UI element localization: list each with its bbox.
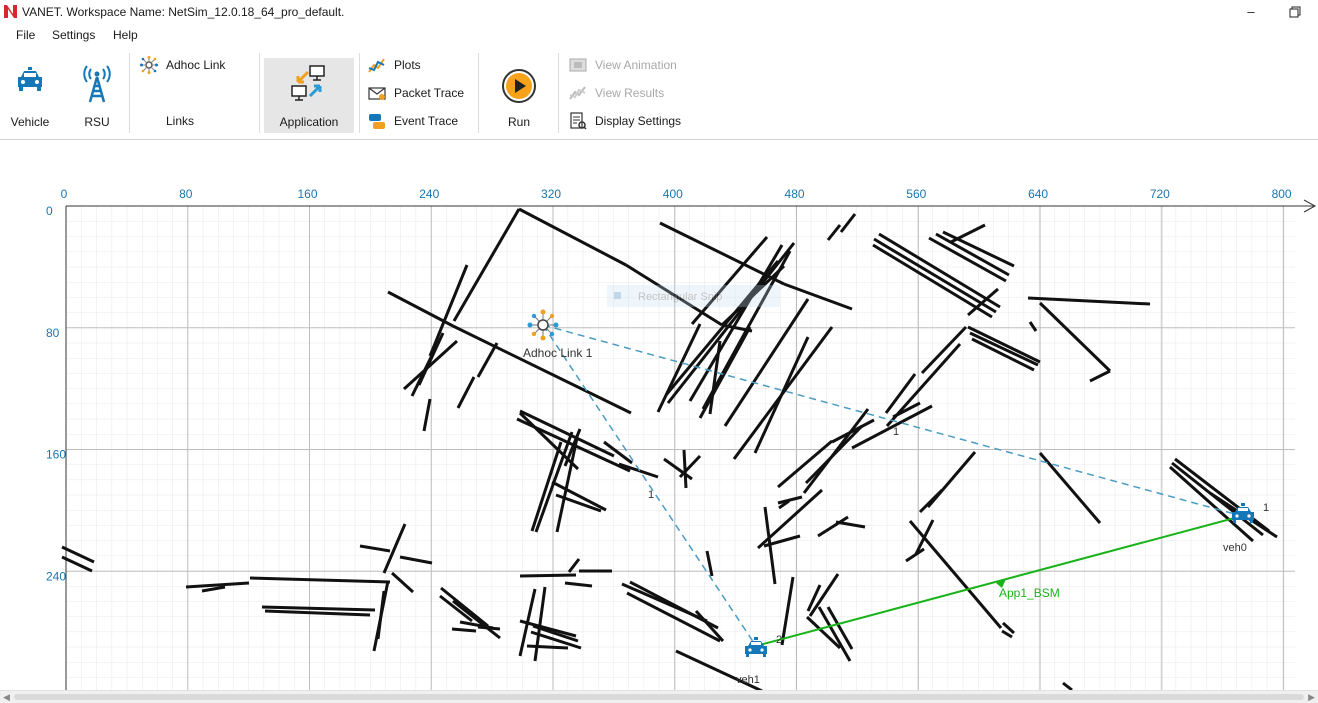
y-tick-label: 240 [46,569,66,583]
x-tick-label: 480 [785,187,805,201]
packet-trace-button[interactable]: Packet Trace [368,83,473,103]
minimize-button[interactable]: – [1236,2,1266,22]
ribbon-separator [259,53,260,133]
ribbon-separator [478,53,479,133]
adhoc-link-node-label: Adhoc Link 1 [523,346,593,360]
x-tick-label: 0 [61,187,68,201]
snip-icon [614,292,621,299]
scroll-left-icon[interactable]: ◀ [3,691,10,703]
scrollbar-thumb[interactable] [14,694,1304,700]
ribbon-separator [129,53,130,133]
view-animation-label: View Animation [595,58,677,72]
y-tick-label: 0 [46,204,53,218]
y-tick-label: 160 [46,448,66,462]
adhoc-link-icon [140,56,158,74]
run-button[interactable]: Run [494,67,544,129]
grid-layout[interactable]: 0 80 160 240 320 400 480 560 640 720 800 0 80 160 240 [0,141,1318,690]
veh1-port-label: 2 [776,634,782,646]
event-trace-icon [369,114,385,129]
event-trace-label: Event Trace [394,114,459,128]
snip-overlay-text: Rectangular Snip [638,291,722,303]
veh1-label: veh1 [736,674,760,686]
ribbon-toolbar: Vehicle RSU Adhoc Link Links Application… [0,47,1318,140]
run-label: Run [507,115,530,129]
title-bar: VANET. Workspace Name: NetSim_12.0.18_64… [0,0,1318,24]
display-settings-button[interactable]: Display Settings [569,111,689,131]
menu-settings[interactable]: Settings [52,28,95,42]
menu-bar: File Settings Help [0,25,1318,47]
view-animation-icon [569,58,587,72]
window-title: VANET. Workspace Name: NetSim_12.0.18_64… [22,5,345,19]
restore-icon [1289,6,1301,18]
restore-button[interactable] [1280,2,1310,22]
x-tick-label: 80 [179,187,193,201]
scroll-right-icon[interactable]: ▶ [1308,691,1315,703]
adhoc-link-button[interactable]: Adhoc Link [140,55,250,75]
veh0-label: veh0 [1223,542,1247,554]
horizontal-scrollbar[interactable]: ◀ ▶ [0,690,1318,703]
x-tick-label: 320 [541,187,561,201]
packet-trace-icon [368,87,386,100]
veh0-port-label: 1 [1263,502,1269,514]
ribbon-separator [558,53,559,133]
plots-button[interactable]: Plots [368,55,468,75]
ribbon-separator [359,53,360,133]
run-play-icon [502,69,536,103]
vehicle-button[interactable]: Vehicle [4,63,56,129]
links-group-label: Links [166,114,195,128]
y-tick-label: 80 [46,326,60,340]
plots-icon [368,58,385,73]
menu-file[interactable]: File [16,28,35,42]
link-label-veh0: 1 [893,426,899,438]
minor-grid [66,206,1295,690]
netsim-logo-icon [3,4,18,19]
event-trace-button[interactable]: Event Trace [368,111,468,131]
packet-trace-label: Packet Trace [394,86,465,100]
display-settings-icon [570,112,587,130]
application-label: Application [279,115,339,129]
x-tick-label: 640 [1028,187,1048,201]
x-tick-label: 800 [1272,187,1292,201]
view-results-icon [569,86,586,100]
view-animation-button[interactable]: View Animation [569,55,689,75]
application-icon [291,65,325,101]
rsu-tower-icon [83,65,111,103]
rsu-button[interactable]: RSU [72,63,122,129]
view-results-button[interactable]: View Results [569,83,679,103]
x-tick-label: 720 [1150,187,1170,201]
x-tick-label: 400 [663,187,683,201]
x-tick-label: 160 [298,187,318,201]
display-settings-label: Display Settings [595,114,682,128]
vehicle-label: Vehicle [10,115,50,129]
rectangular-snip-overlay: Rectangular Snip [607,285,780,307]
x-tick-label: 240 [419,187,439,201]
x-tick-label: 560 [906,187,926,201]
adhoc-link-label: Adhoc Link [166,58,226,72]
application-button[interactable]: Application [264,58,354,133]
vehicle-icon [18,67,42,91]
network-canvas[interactable]: 0 80 160 240 320 400 480 560 640 720 800 0 80 160 240 [0,141,1318,690]
link-label-veh1: 1 [648,489,654,501]
plots-label: Plots [394,58,421,72]
rsu-label: RSU [84,115,110,129]
view-results-label: View Results [595,86,665,100]
menu-help[interactable]: Help [113,28,138,42]
app-flow-label[interactable]: App1_BSM [999,586,1060,600]
